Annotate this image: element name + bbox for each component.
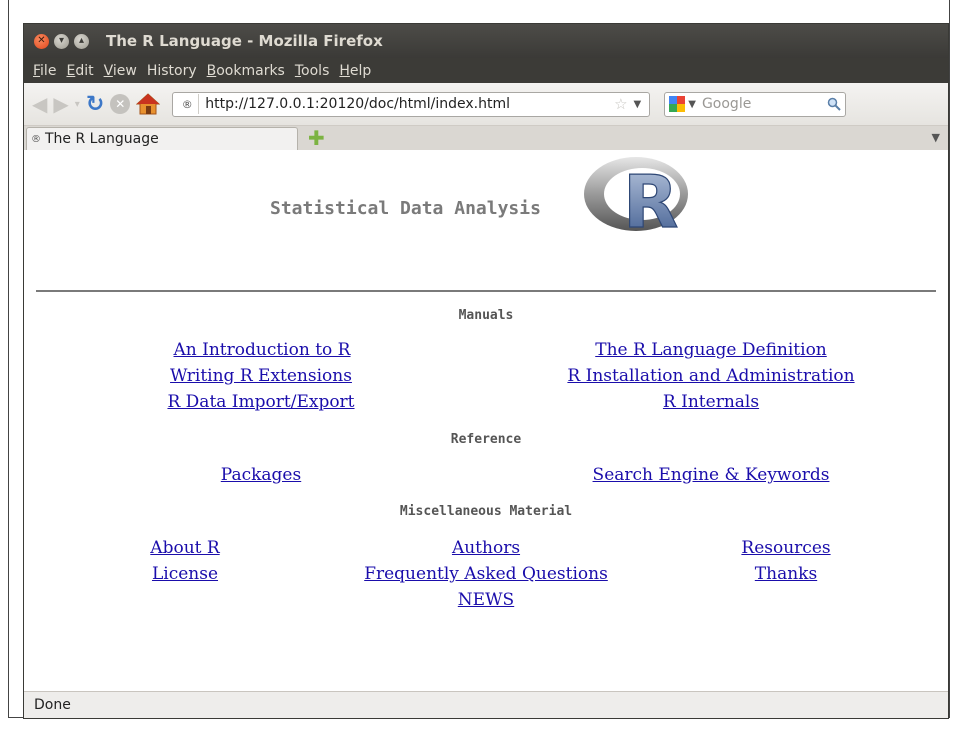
- r-logo: R: [580, 152, 702, 245]
- link-about-r[interactable]: About R: [150, 538, 219, 558]
- section-reference: Reference: [450, 432, 522, 447]
- stop-button[interactable]: ✕: [110, 91, 131, 117]
- back-icon[interactable]: ◀: [32, 91, 47, 117]
- menu-file[interactable]: File: [28, 63, 61, 79]
- link-news[interactable]: NEWS: [458, 590, 514, 610]
- link-authors[interactable]: Authors: [452, 538, 520, 558]
- tabs-dropdown-icon[interactable]: ▼: [932, 131, 940, 144]
- tab-r-language[interactable]: ® The R Language: [26, 127, 298, 150]
- tab-favicon-icon: ®: [31, 133, 41, 145]
- link-search-engine[interactable]: Search Engine & Keywords: [593, 465, 830, 485]
- link-r-internals[interactable]: R Internals: [663, 392, 759, 412]
- browser-window: ✕ ▾ ▴ The R Language - Mozilla Firefox F…: [24, 24, 948, 718]
- maximize-window-icon[interactable]: ▴: [74, 33, 89, 49]
- minimize-window-icon[interactable]: ▾: [54, 33, 69, 49]
- link-writing-extensions[interactable]: Writing R Extensions: [170, 366, 352, 386]
- link-data-import-export[interactable]: R Data Import/Export: [167, 392, 354, 412]
- search-engine-dropdown-icon[interactable]: ▼: [688, 99, 696, 110]
- link-license[interactable]: License: [152, 564, 218, 584]
- menu-view[interactable]: View: [99, 63, 142, 79]
- url-dropdown-icon[interactable]: ▼: [634, 99, 642, 110]
- link-resources[interactable]: Resources: [741, 538, 830, 558]
- menu-history[interactable]: History: [142, 63, 202, 79]
- url-bar[interactable]: ® http://127.0.0.1:20120/doc/html/index.…: [172, 91, 651, 117]
- status-bar: Done: [24, 691, 948, 718]
- page-title: Statistical Data Analysis: [270, 198, 541, 219]
- search-input[interactable]: Google: [702, 96, 827, 112]
- google-logo-icon[interactable]: [669, 96, 686, 112]
- history-dropdown-icon[interactable]: ▾: [75, 91, 80, 117]
- status-text: Done: [34, 697, 71, 713]
- search-icon[interactable]: [827, 97, 841, 111]
- site-favicon-icon: ®: [176, 94, 200, 114]
- r-logo-letter: R: [623, 160, 678, 238]
- menu-edit[interactable]: Edit: [61, 63, 98, 79]
- window-title: The R Language - Mozilla Firefox: [106, 32, 383, 50]
- close-window-icon[interactable]: ✕: [34, 33, 49, 49]
- forward-icon[interactable]: ▶: [53, 91, 68, 117]
- navigation-toolbar: ◀ ▶ ▾ ↻ ✕ ® http://127.0.0.1:20120/doc/h…: [24, 83, 948, 126]
- link-language-definition[interactable]: The R Language Definition: [595, 340, 827, 360]
- tab-bar: ® The R Language ✚ ▼: [24, 126, 948, 151]
- stop-icon: ✕: [110, 94, 131, 114]
- link-packages[interactable]: Packages: [221, 465, 301, 485]
- menu-help[interactable]: Help: [334, 63, 376, 79]
- url-text[interactable]: http://127.0.0.1:20120/doc/html/index.ht…: [205, 96, 614, 112]
- reload-icon[interactable]: ↻: [86, 91, 104, 117]
- search-bar[interactable]: ▼ Google: [664, 91, 847, 117]
- section-misc: Miscellaneous Material: [399, 504, 573, 519]
- home-icon[interactable]: [136, 91, 161, 117]
- bookmark-star-icon[interactable]: ☆: [614, 95, 627, 113]
- new-tab-icon[interactable]: ✚: [308, 128, 325, 148]
- menu-tools[interactable]: Tools: [290, 63, 335, 79]
- link-thanks[interactable]: Thanks: [755, 564, 817, 584]
- menu-bar: File Edit View History Bookmarks Tools H…: [24, 58, 948, 83]
- title-bar: ✕ ▾ ▴ The R Language - Mozilla Firefox: [24, 24, 948, 58]
- section-manuals: Manuals: [458, 308, 514, 323]
- menu-bookmarks[interactable]: Bookmarks: [202, 63, 290, 79]
- link-faq[interactable]: Frequently Asked Questions: [364, 564, 608, 584]
- header-divider: [36, 290, 936, 292]
- link-intro-to-r[interactable]: An Introduction to R: [174, 340, 351, 360]
- tab-label: The R Language: [45, 131, 159, 147]
- link-installation-admin[interactable]: R Installation and Administration: [567, 366, 854, 386]
- page-content: Statistical Data Analysis R Manuals An I…: [24, 150, 948, 691]
